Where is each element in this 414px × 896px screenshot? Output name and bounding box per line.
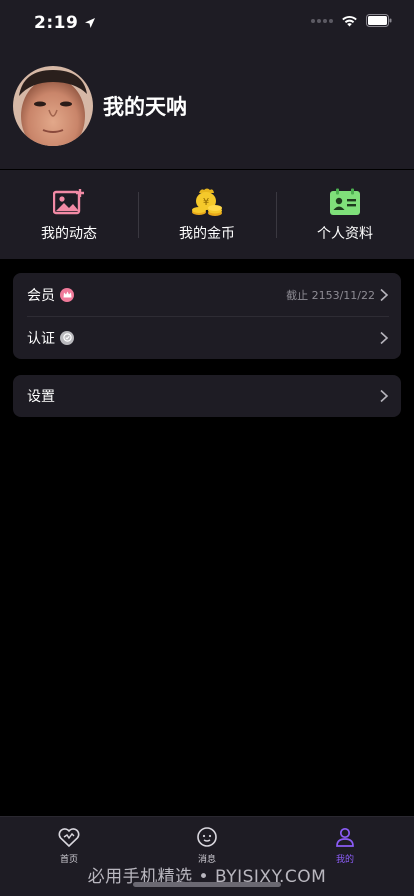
avatar[interactable] [13, 66, 93, 146]
location-arrow-icon [85, 18, 96, 28]
wifi-icon [342, 15, 357, 26]
quick-action-label: 个人资料 [317, 226, 373, 242]
quick-action-coins[interactable]: ¥ 我的金币 [138, 170, 276, 259]
status-bar: 2:19 [0, 0, 414, 46]
coins-icon: ¥ [191, 187, 223, 217]
quick-action-profile[interactable]: 个人资料 [276, 170, 414, 259]
quick-separator [138, 192, 139, 238]
status-indicators [311, 14, 392, 27]
quick-action-moments[interactable]: 我的动态 [0, 170, 138, 259]
crown-badge-icon [60, 287, 74, 302]
signal-icon [311, 18, 333, 23]
image-add-icon [53, 187, 85, 217]
vip-row[interactable]: 会员 截止 2153/11/22 [13, 273, 401, 316]
chevron-right-icon [380, 389, 389, 403]
vip-label: 会员 [27, 287, 55, 304]
settings-row[interactable]: 设置 [13, 375, 401, 417]
message-icon [197, 827, 217, 847]
verify-right [379, 331, 389, 345]
settings-card: 设置 [13, 375, 401, 417]
profile-header: 我的天呐 [0, 46, 414, 169]
quick-action-label: 我的动态 [41, 226, 97, 242]
id-card-icon [329, 187, 361, 217]
quick-action-label: 我的金币 [179, 226, 235, 242]
chevron-right-icon [380, 288, 389, 301]
svg-text:¥: ¥ [203, 197, 209, 208]
settings-label: 设置 [27, 389, 55, 405]
verified-badge-icon [60, 330, 74, 345]
account-card: 会员 截止 2153/11/22 认证 [13, 273, 401, 359]
vip-right: 截止 2153/11/22 [286, 287, 389, 303]
verify-label: 认证 [27, 330, 55, 347]
quick-actions: 我的动态 ¥ 我的金币 个人资料 [0, 170, 414, 259]
home-indicator[interactable] [133, 882, 281, 887]
status-time-text: 2:19 [34, 13, 79, 33]
avatar-image [13, 66, 93, 146]
chevron-right-icon [380, 331, 389, 344]
vip-expiry: 截止 2153/11/22 [286, 288, 375, 302]
quick-separator [276, 192, 277, 238]
status-time: 2:19 [34, 13, 96, 33]
battery-icon [366, 14, 392, 27]
verify-row[interactable]: 认证 [13, 316, 401, 359]
heart-chat-icon [58, 828, 80, 848]
person-icon [336, 827, 354, 847]
settings-right [379, 389, 389, 403]
username: 我的天呐 [103, 95, 187, 119]
